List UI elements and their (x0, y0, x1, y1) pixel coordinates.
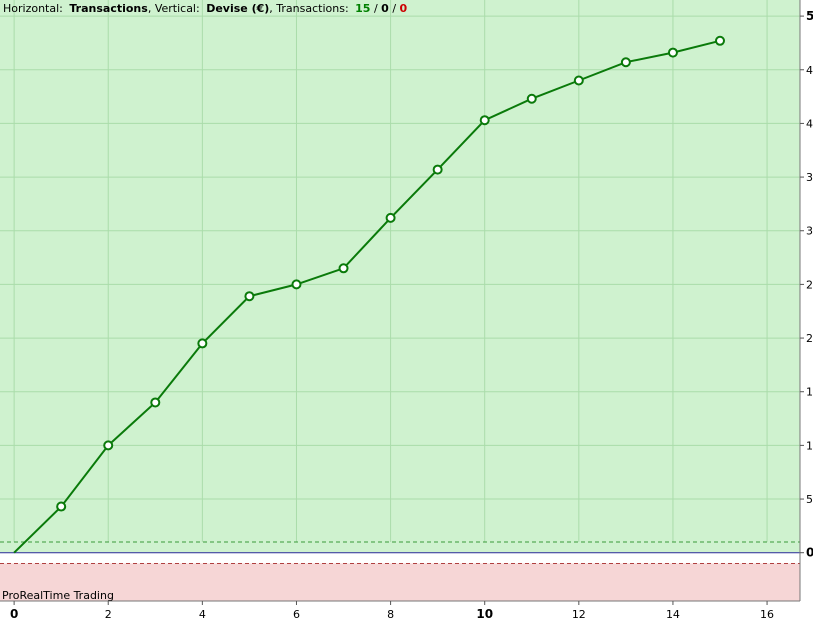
y-tick-label: 3 (806, 171, 813, 184)
y-tick-label: 1 (806, 386, 813, 399)
chart-svg: 051122334450 2 4 6 8 10 12 14 16 ProRealTime Tra… (0, 0, 813, 623)
data-point (338, 263, 349, 274)
y-tick-label: 4 (806, 64, 813, 77)
y-tick-label: 2 (806, 332, 813, 345)
y-tick-label: 0 (806, 546, 813, 560)
x-tick-label: 10 (476, 607, 493, 621)
y-tick-label: 4 (806, 117, 813, 130)
x-tick-label: 4 (199, 608, 206, 621)
y-tick-label: 2 (806, 278, 813, 291)
data-point (385, 212, 396, 223)
data-point (479, 115, 490, 126)
x-tick-label: 14 (666, 608, 680, 621)
y-axis-panel (800, 0, 813, 601)
x-axis-panel (0, 601, 813, 623)
header-horizontal-label: Horizontal: (3, 2, 63, 15)
y-tick-label: 5 (806, 493, 813, 506)
data-point (715, 35, 725, 46)
data-point (432, 164, 443, 175)
data-point (103, 440, 114, 451)
data-point (526, 93, 537, 104)
zones-layer (0, 0, 800, 601)
x-tick-label: 8 (387, 608, 394, 621)
header-count-loss: 0 (400, 2, 408, 15)
header-slash-1: / (370, 2, 381, 15)
negative-zone (0, 563, 800, 601)
header-transactions-label: Transactions: (275, 2, 348, 15)
header-horizontal-value: Transactions (69, 2, 148, 15)
data-point (56, 501, 67, 512)
x-tick-label: 16 (760, 608, 774, 621)
header-count-win: 15 (355, 2, 370, 15)
data-point (291, 279, 302, 290)
x-tick-label: 2 (105, 608, 112, 621)
header-sep-1: , (148, 2, 155, 15)
header-vertical-value: Devise (€) (206, 2, 269, 15)
x-tick-label: 12 (572, 608, 586, 621)
y-tick-label: 1 (806, 439, 813, 452)
data-point (244, 291, 255, 302)
header-vertical-label: Vertical: (155, 2, 200, 15)
data-point (667, 47, 678, 58)
x-tick-label: 0 (10, 607, 18, 621)
equity-chart: 0 5 1 1 2 2 3 3 4 4 5 0 2 4 6 8 10 12 14 16 ProRealTime Tra… (0, 0, 813, 623)
x-tick-label: 6 (293, 608, 300, 621)
data-point (573, 75, 584, 86)
data-point (620, 57, 631, 68)
header-slash-2: / (389, 2, 400, 15)
y-tick-label: 3 (806, 225, 813, 238)
positive-zone (0, 0, 800, 553)
data-point (150, 397, 161, 408)
data-point (197, 338, 208, 349)
y-tick-label: 5 (806, 9, 813, 23)
watermark: ProRealTime Trading (2, 589, 114, 602)
header-sep-2: , (269, 2, 276, 15)
chart-header: Horizontal: Transactions, Vertical: Devi… (3, 2, 408, 15)
